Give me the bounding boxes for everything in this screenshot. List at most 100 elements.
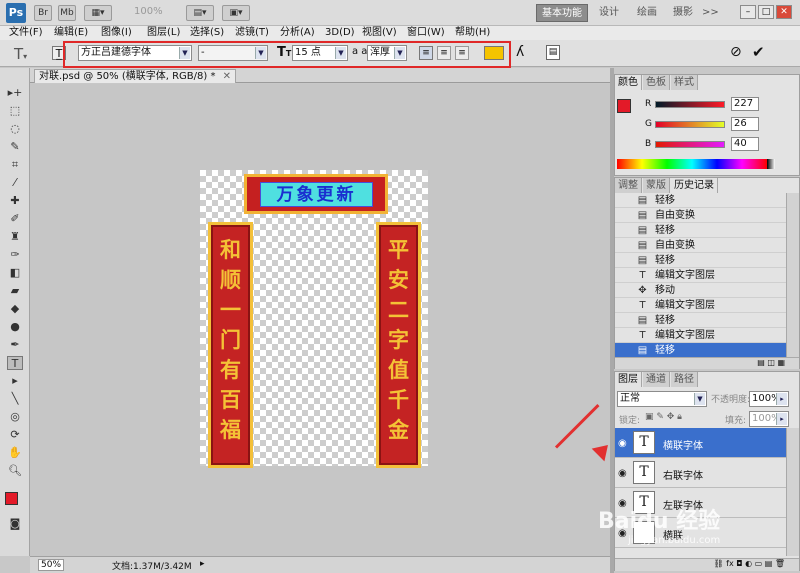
warp-text-icon[interactable]: ʎ [516,44,524,60]
menu-file[interactable]: 文件(F) [9,26,43,40]
menu-select[interactable]: 选择(S) [190,26,224,40]
visibility-eye-icon[interactable]: ◉ [618,468,627,479]
grayscale-ramp[interactable] [767,159,775,169]
tab-channels[interactable]: 通道 [643,372,670,387]
status-zoom[interactable]: 50% [38,559,64,571]
layer-row[interactable]: ◉ T 右联字体 [615,458,787,488]
type-tool-icon[interactable]: T [7,356,23,370]
screen-mode-icon[interactable]: ▦▾ [84,5,112,21]
type-tool-preset-icon[interactable]: T▾ [14,45,27,63]
workspace-more[interactable]: >> [702,4,719,22]
menu-layer[interactable]: 图层(L) [147,26,180,40]
marquee-tool-icon[interactable]: ⬚ [7,104,23,118]
history-item[interactable]: ▤ 轻移 [615,313,787,328]
blue-slider[interactable] [655,141,725,148]
layer-row[interactable]: ◉ T 横联字体 [615,428,787,458]
quick-mask-icon[interactable]: ◙ [7,517,23,531]
zoom-level[interactable]: 100% [134,6,163,17]
workspace-photography[interactable]: 摄影 [666,4,700,22]
blend-mode-select[interactable]: 正常 ▼ [617,391,707,407]
brush-tool-icon[interactable]: ✐ [7,212,23,226]
menu-edit[interactable]: 编辑(E) [54,26,88,40]
pen-tool-icon[interactable]: ✒ [7,338,23,352]
history-item[interactable]: T 编辑文字图层 [615,298,787,313]
blur-tool-icon[interactable]: ◆ [7,302,23,316]
3d-orbit-icon[interactable]: ⟳ [7,428,23,442]
move-tool-icon[interactable]: ▸+ [7,86,23,100]
3d-rotate-icon[interactable]: ◎ [7,410,23,424]
dodge-tool-icon[interactable]: ● [7,320,23,334]
eyedropper-tool-icon[interactable]: ⁄ [7,176,23,190]
menu-analysis[interactable]: 分析(A) [280,26,315,40]
character-panel-icon[interactable]: ▤ [546,45,560,60]
visibility-eye-icon[interactable]: ◉ [618,438,627,449]
fill-input[interactable]: 100% ▸ [749,411,789,427]
green-slider[interactable] [655,121,725,128]
hand-tool-icon[interactable]: ✋ [7,446,23,460]
close-tab-icon[interactable]: ✕ [223,71,231,82]
history-item[interactable]: T 编辑文字图层 [615,268,787,283]
menu-3d[interactable]: 3D(D) [325,26,355,40]
menu-window[interactable]: 窗口(W) [407,26,445,40]
tab-layers[interactable]: 图层 [615,372,642,387]
color-panel: 颜色 色板 样式 R G B 227 26 40 [614,74,800,176]
tab-swatches[interactable]: 色板 [643,75,670,90]
maximize-icon[interactable]: □ [758,5,774,19]
workspace-painting[interactable]: 绘画 [630,4,664,22]
tab-color[interactable]: 颜色 [615,75,642,90]
lasso-tool-icon[interactable]: ◌ [7,122,23,136]
cancel-icon[interactable]: ⊘ [730,44,742,60]
document-tab[interactable]: 对联.psd @ 50% (横联字体, RGB/8) * ✕ [34,69,237,83]
shape-tool-icon[interactable]: ╲ [7,392,23,406]
menu-filter[interactable]: 滤镜(T) [235,26,269,40]
eraser-tool-icon[interactable]: ◧ [7,266,23,280]
menu-help[interactable]: 帮助(H) [455,26,490,40]
opacity-input[interactable]: 100% ▸ [749,391,789,407]
commit-icon[interactable]: ✔ [752,43,765,61]
highlight-box [63,41,511,68]
panel-foreground-swatch[interactable] [617,99,631,113]
green-value-input[interactable]: 26 [731,117,759,131]
tab-styles[interactable]: 样式 [671,75,698,90]
bridge-icon[interactable]: Br [34,5,52,21]
zoom-tool-icon[interactable]: 🔍︎ [7,464,23,478]
tab-paths[interactable]: 路径 [671,372,698,387]
history-item[interactable]: ▤ 轻移 [615,343,787,358]
crop-tool-icon[interactable]: ⌗ [7,158,23,172]
foreground-color-swatch[interactable] [5,492,18,505]
history-item[interactable]: ▤ 轻移 [615,193,787,208]
history-item[interactable]: ✥ 移动 [615,283,787,298]
lock-icons[interactable]: ▣ ✎ ✥ 🔒︎ [645,412,682,422]
quick-select-tool-icon[interactable]: ✎ [7,140,23,154]
menu-view[interactable]: 视图(V) [362,26,397,40]
history-item[interactable]: ▤ 轻移 [615,253,787,268]
history-item[interactable]: T 编辑文字图层 [615,328,787,343]
blue-value-input[interactable]: 40 [731,137,759,151]
history-brush-icon[interactable]: ✑ [7,248,23,262]
menu-image[interactable]: 图像(I) [101,26,132,40]
tab-adjustments[interactable]: 调整 [615,178,642,193]
history-item[interactable]: ▤ 自由变换 [615,238,787,253]
color-spectrum[interactable] [617,159,767,169]
tab-history[interactable]: 历史记录 [671,178,718,193]
minimize-icon[interactable]: – [740,5,756,19]
status-menu-icon[interactable]: ▸ [200,559,205,569]
healing-brush-icon[interactable]: ✚ [7,194,23,208]
tab-masks[interactable]: 蒙版 [643,178,670,193]
history-item[interactable]: ▤ 自由变换 [615,208,787,223]
red-value-input[interactable]: 227 [731,97,759,111]
doc-icon: ▤ [637,210,648,221]
workspace-design[interactable]: 设计 [592,4,626,22]
mini-bridge-icon[interactable]: Mb [58,5,76,21]
history-scrollbar[interactable] [786,193,799,357]
clone-stamp-icon[interactable]: ♜ [7,230,23,244]
history-item[interactable]: ▤ 轻移 [615,223,787,238]
view-extras-icon[interactable]: ▤▾ [186,5,214,21]
gradient-tool-icon[interactable]: ▰ [7,284,23,298]
red-slider[interactable] [655,101,725,108]
close-icon[interactable]: ✕ [776,5,792,19]
arrange-documents-icon[interactable]: ▣▾ [222,5,250,21]
history-item-label: 移动 [655,285,675,296]
workspace-essentials[interactable]: 基本功能 [536,4,588,22]
path-select-icon[interactable]: ▸ [7,374,23,388]
